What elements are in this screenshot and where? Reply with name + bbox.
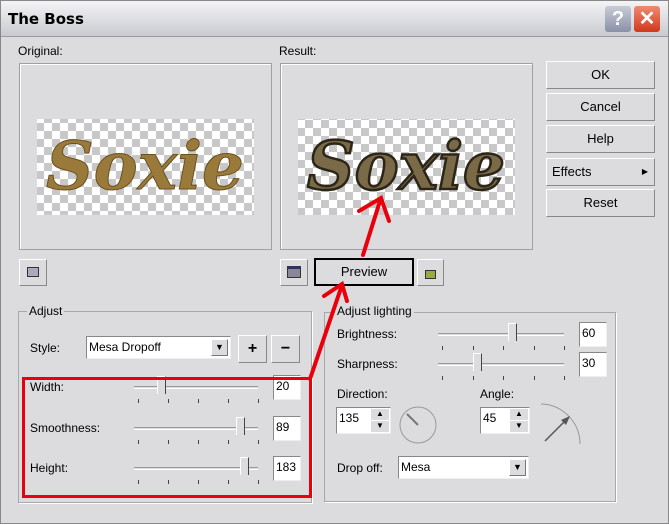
arrow-icon xyxy=(308,286,343,381)
annotation-arrows xyxy=(308,195,391,381)
dialog-window: The Boss ? ✕ Original: Soxie Result: Sox… xyxy=(0,0,669,524)
